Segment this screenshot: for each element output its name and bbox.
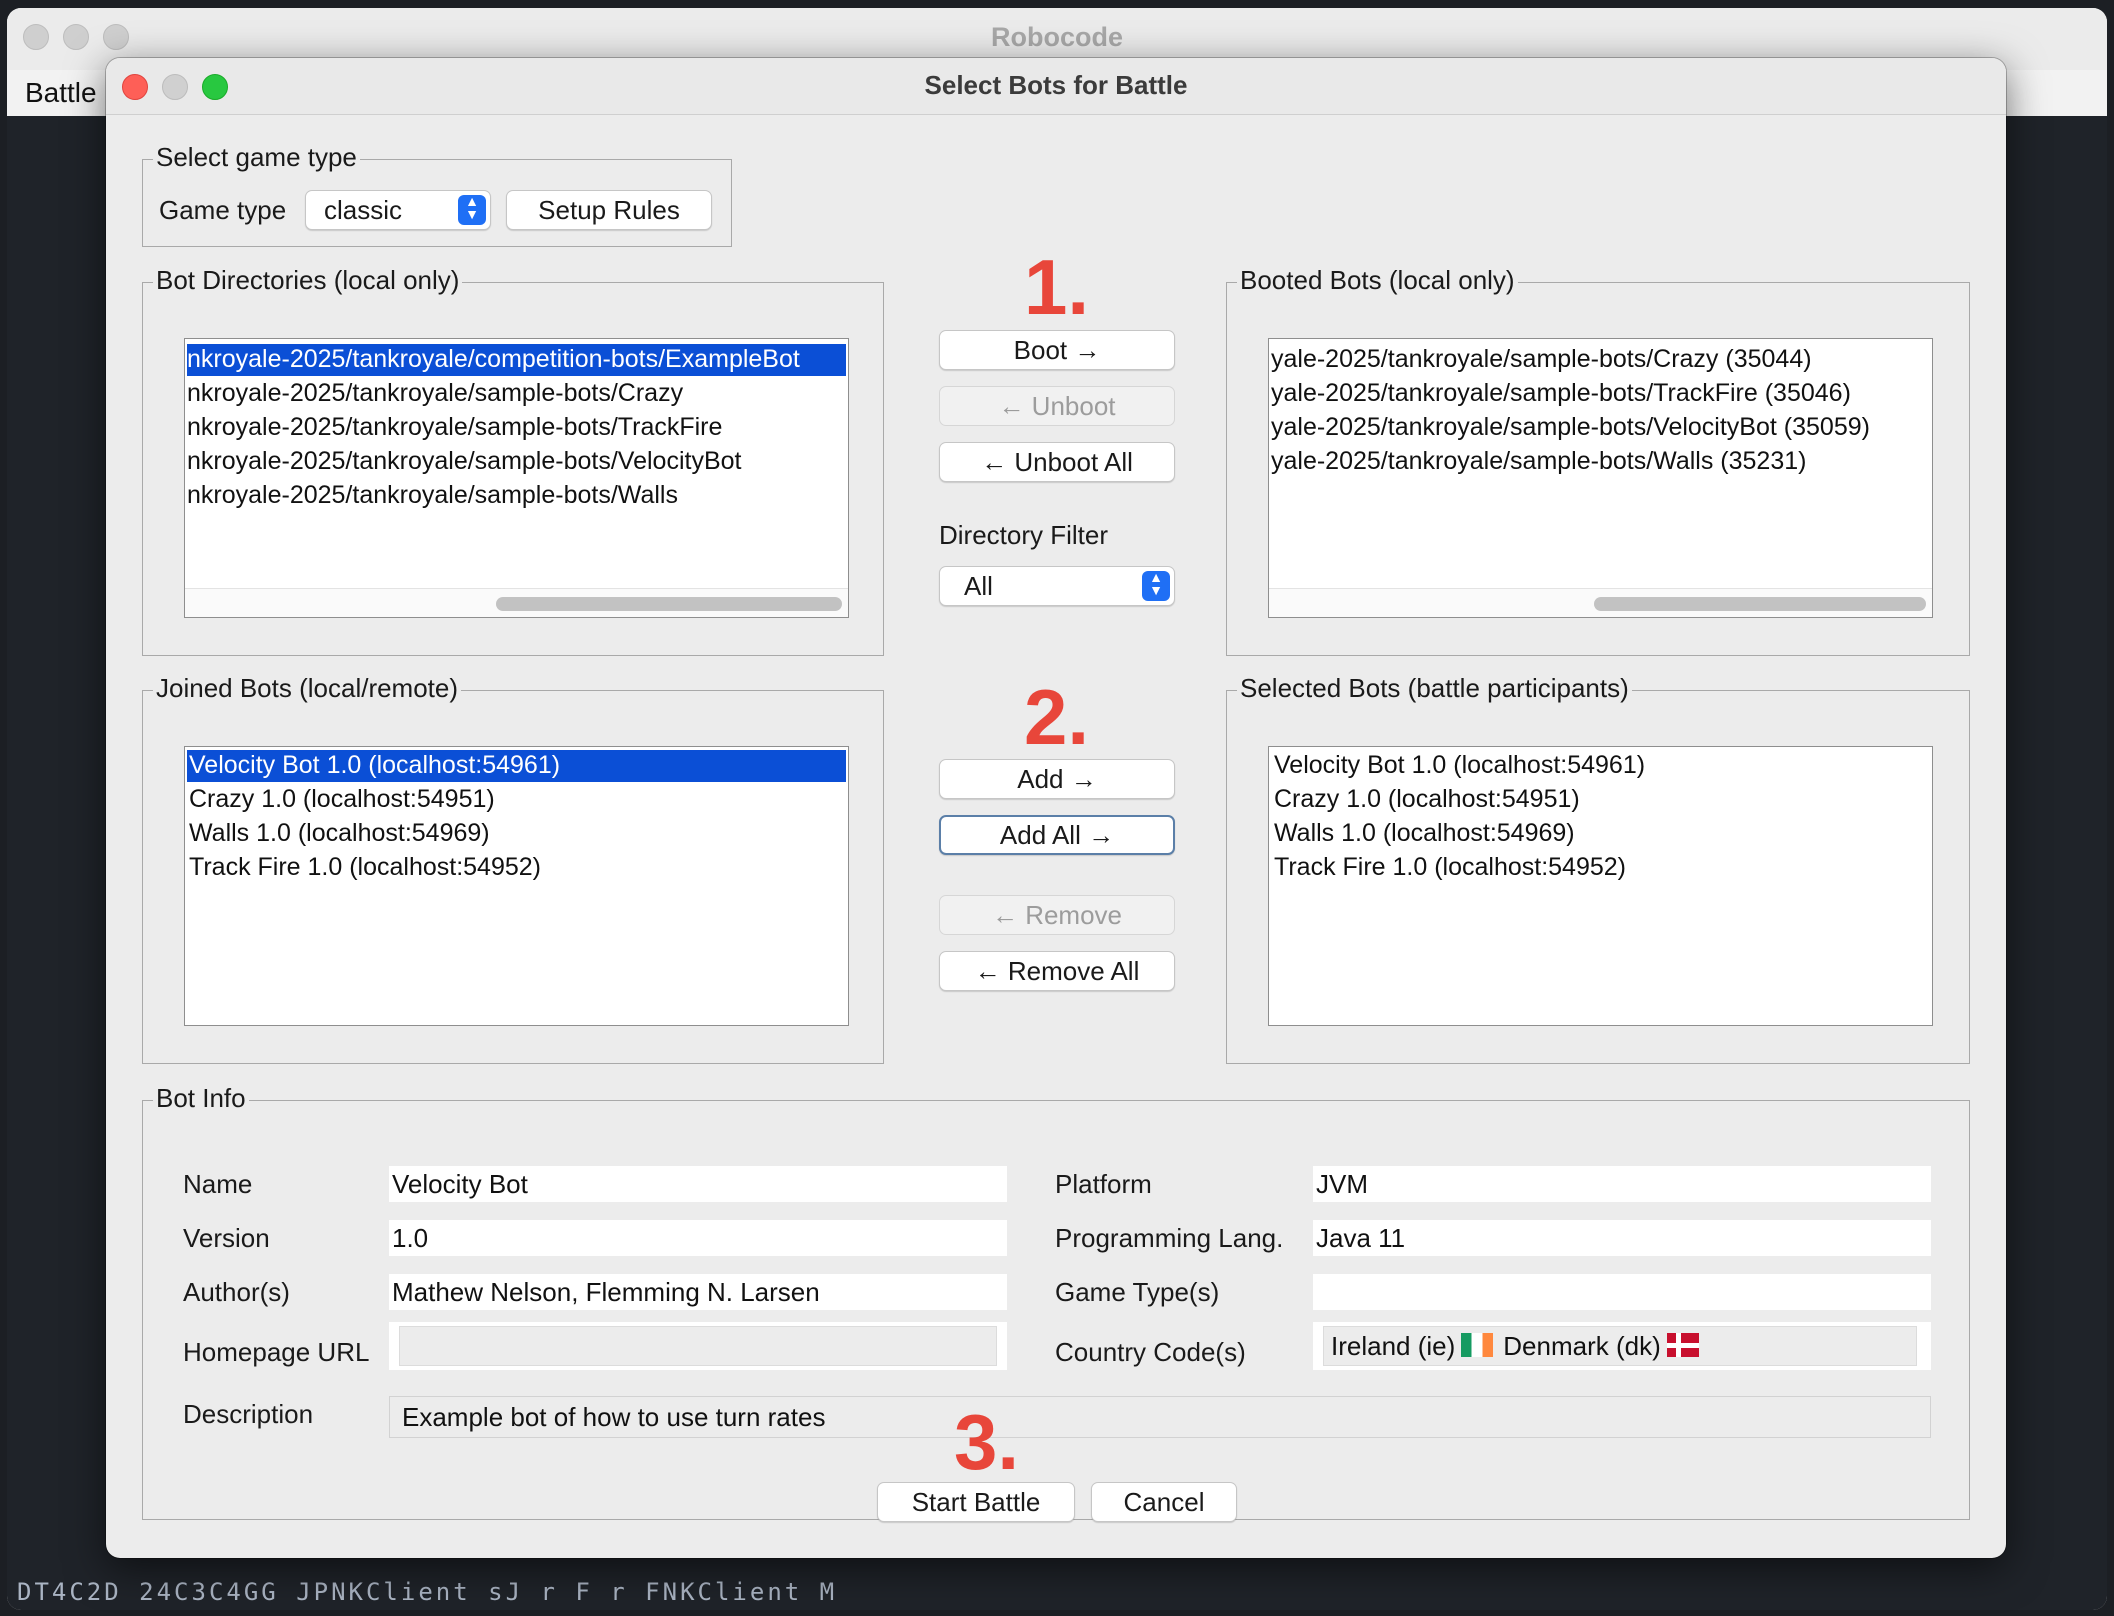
list-item[interactable]: nkroyale-2025/tankroyale/sample-bots/Wal… — [187, 480, 846, 512]
list-item[interactable]: Walls 1.0 (localhost:54969) — [187, 818, 846, 850]
description-field: Example bot of how to use turn rates — [389, 1396, 1931, 1438]
dk-flag-icon — [1666, 1333, 1699, 1358]
list-item[interactable]: nkroyale-2025/tankroyale/sample-bots/Vel… — [187, 446, 846, 478]
step-3-label: 3. — [954, 1398, 1020, 1486]
version-field: 1.0 — [389, 1220, 1007, 1256]
country-ireland: Ireland (ie) — [1331, 1331, 1456, 1361]
list-item[interactable]: Track Fire 1.0 (localhost:54952) — [1271, 852, 1930, 884]
list-item[interactable]: yale-2025/tankroyale/sample-bots/TrackFi… — [1271, 378, 1930, 410]
game-type-group-title: Select game type — [153, 142, 360, 173]
directory-filter-value: All — [964, 571, 993, 601]
platform-label: Platform — [1055, 1169, 1152, 1199]
bot-info-group: Bot Info Name Velocity Bot Version 1.0 A… — [142, 1083, 1970, 1520]
bot-info-title: Bot Info — [153, 1083, 249, 1114]
authors-label: Author(s) — [183, 1277, 290, 1307]
selected-bots-title: Selected Bots (battle participants) — [1237, 673, 1632, 704]
game-types-label: Game Type(s) — [1055, 1277, 1220, 1307]
description-label: Description — [183, 1399, 314, 1429]
list-item[interactable]: yale-2025/tankroyale/sample-bots/Walls (… — [1271, 446, 1930, 478]
game-type-value: classic — [324, 195, 403, 225]
selected-bots-list[interactable]: Velocity Bot 1.0 (localhost:54961) Crazy… — [1268, 746, 1933, 1026]
bot-directories-group: Bot Directories (local only) nkroyale-20… — [142, 265, 884, 656]
unboot-button[interactable]: ← Unboot — [939, 386, 1175, 426]
name-label: Name — [183, 1169, 253, 1199]
select-bots-dialog: Select Bots for Battle Select game type … — [106, 58, 2006, 1558]
game-type-select[interactable]: classic ▲ ▼ — [305, 190, 491, 230]
list-item[interactable]: yale-2025/tankroyale/sample-bots/Crazy (… — [1271, 344, 1930, 376]
add-all-button[interactable]: Add All → — [939, 815, 1175, 855]
list-item[interactable]: Velocity Bot 1.0 (localhost:54961) — [187, 750, 846, 782]
selected-bots-group: Selected Bots (battle participants) Velo… — [1226, 673, 1970, 1064]
name-field: Velocity Bot — [389, 1166, 1007, 1202]
list-item[interactable]: Velocity Bot 1.0 (localhost:54961) — [1271, 750, 1930, 782]
country-label: Country Code(s) — [1055, 1337, 1246, 1367]
homepage-link[interactable] — [399, 1326, 997, 1366]
country-list: Ireland (ie) Denmark (dk) — [1331, 1328, 1709, 1364]
setup-rules-button[interactable]: Setup Rules — [506, 190, 712, 230]
boot-button[interactable]: Boot → — [939, 330, 1175, 370]
version-label: Version — [183, 1223, 270, 1253]
directory-filter-label: Directory Filter — [939, 520, 1109, 550]
cancel-button[interactable]: Cancel — [1091, 1482, 1237, 1522]
booted-bots-list[interactable]: yale-2025/tankroyale/sample-bots/Crazy (… — [1268, 338, 1933, 618]
bot-directories-title: Bot Directories (local only) — [153, 265, 463, 296]
game-types-field — [1313, 1274, 1931, 1310]
directory-filter-select[interactable]: All ▲ ▼ — [939, 566, 1175, 606]
list-item[interactable]: yale-2025/tankroyale/sample-bots/Velocit… — [1271, 412, 1930, 444]
joined-bots-group: Joined Bots (local/remote) Velocity Bot … — [142, 673, 884, 1064]
add-button[interactable]: Add → — [939, 759, 1175, 799]
platform-field: JVM — [1313, 1166, 1931, 1202]
list-item[interactable]: Crazy 1.0 (localhost:54951) — [187, 784, 846, 816]
main-window-title: Robocode — [991, 22, 1123, 52]
lang-label: Programming Lang. — [1055, 1223, 1284, 1253]
remove-button[interactable]: ← Remove — [939, 895, 1175, 935]
select-arrows-icon: ▲ ▼ — [458, 194, 486, 225]
game-type-group: Select game type Game type classic ▲ ▼ Se… — [142, 142, 732, 247]
step-1-label: 1. — [1024, 243, 1090, 331]
scroll-thumb[interactable] — [1594, 597, 1926, 611]
lang-field: Java 11 — [1313, 1220, 1931, 1256]
joined-bots-list[interactable]: Velocity Bot 1.0 (localhost:54961) Crazy… — [184, 746, 849, 1026]
dialog-titlebar: Select Bots for Battle — [106, 58, 2006, 115]
start-battle-button[interactable]: Start Battle — [877, 1482, 1075, 1522]
remove-all-button[interactable]: ← Remove All — [939, 951, 1175, 991]
console-text: DT4C2D 24C3C4GG JPNKClient sJ r F r FNKC… — [17, 1578, 838, 1606]
booted-bots-title: Booted Bots (local only) — [1237, 265, 1518, 296]
select-arrows-icon: ▲ ▼ — [1142, 570, 1170, 601]
bot-directories-list[interactable]: nkroyale-2025/tankroyale/competition-bot… — [184, 338, 849, 618]
list-item[interactable]: Track Fire 1.0 (localhost:54952) — [187, 852, 846, 884]
menu-battle[interactable]: Battle — [25, 77, 97, 109]
ie-flag-icon — [1461, 1333, 1494, 1358]
booted-bots-group: Booted Bots (local only) yale-2025/tankr… — [1226, 265, 1970, 656]
scroll-thumb[interactable] — [496, 597, 842, 611]
game-type-label: Game type — [159, 195, 287, 225]
list-item[interactable]: nkroyale-2025/tankroyale/sample-bots/Tra… — [187, 412, 846, 444]
homepage-field[interactable] — [389, 1322, 1007, 1370]
authors-field: Mathew Nelson, Flemming N. Larsen — [389, 1274, 1007, 1310]
step-2-label: 2. — [1024, 673, 1090, 761]
unboot-all-button[interactable]: ← Unboot All — [939, 442, 1175, 482]
booted-bots-hscroll[interactable] — [1269, 588, 1932, 617]
list-item[interactable]: nkroyale-2025/tankroyale/sample-bots/Cra… — [187, 378, 846, 410]
bot-directories-hscroll[interactable] — [185, 588, 848, 617]
joined-bots-title: Joined Bots (local/remote) — [153, 673, 462, 704]
dialog-title: Select Bots for Battle — [924, 70, 1188, 100]
homepage-label: Homepage URL — [183, 1337, 370, 1367]
list-item[interactable]: Walls 1.0 (localhost:54969) — [1271, 818, 1930, 850]
list-item[interactable]: Crazy 1.0 (localhost:54951) — [1271, 784, 1930, 816]
country-field: Ireland (ie) Denmark (dk) — [1313, 1322, 1931, 1370]
list-item[interactable]: nkroyale-2025/tankroyale/competition-bot… — [187, 344, 846, 376]
country-denmark: Denmark (dk) — [1503, 1331, 1661, 1361]
